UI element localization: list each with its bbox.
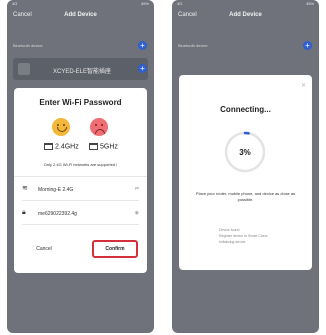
confirm-button[interactable]: Confirm xyxy=(92,240,138,258)
divider xyxy=(22,200,139,201)
band-5ghz: 5GHz xyxy=(89,143,118,150)
wifi-password-field[interactable]: 🔒︎ me629022392.4g ◉ xyxy=(22,207,139,221)
phone-screen-connecting: 4G 45% Cancel Add Device Bluetooth devic… xyxy=(172,0,319,333)
section-label: Bluetooth device xyxy=(13,43,43,48)
device-row[interactable]: XCYED-ELE智能插座 xyxy=(13,58,148,80)
page-title: Add Device xyxy=(229,12,262,18)
add-device-button-2[interactable]: + xyxy=(138,64,147,73)
router-icon xyxy=(89,143,98,150)
nav-bar: Cancel Add Device xyxy=(7,9,154,23)
wifi-password-dialog: Enter Wi-Fi Password 2.4GHz 5GHz Only 2.… xyxy=(14,88,147,273)
sad-face-icon xyxy=(90,118,108,136)
status-bar: 4G 45% xyxy=(7,0,154,7)
cancel-button[interactable]: Cancel xyxy=(24,240,64,258)
device-icon xyxy=(18,63,30,75)
device-name: XCYED-ELE智能插座 xyxy=(53,69,112,75)
eye-icon[interactable]: ◉ xyxy=(135,210,139,216)
wifi-icon: ≋ xyxy=(22,185,28,192)
add-device-button[interactable]: + xyxy=(303,41,312,50)
signal-indicator: 4G xyxy=(12,1,18,6)
wifi-ssid-field[interactable]: ≋ Morning-E 2.4G ⇄ xyxy=(22,183,139,197)
page-title: Add Device xyxy=(64,12,97,18)
nav-bar: Cancel Add Device xyxy=(172,9,319,23)
signal-indicator: 4G xyxy=(177,1,183,6)
phone-screen-wifi-password: 4G 45% Cancel Add Device Bluetooth devic… xyxy=(7,0,154,333)
ssid-value: Morning-E 2.4G xyxy=(38,187,74,193)
divider xyxy=(14,176,147,177)
router-icon xyxy=(44,143,53,150)
happy-face-icon xyxy=(52,118,70,136)
switch-network-icon[interactable]: ⇄ xyxy=(135,186,139,192)
band-24ghz: 2.4GHz xyxy=(44,143,79,150)
password-value: me629022392.4g xyxy=(38,211,77,217)
band-note: Only 2.4G Wi-Fi networks are supported ! xyxy=(43,162,118,167)
step-list: Device found Register device to Smart Cl… xyxy=(219,227,267,245)
connecting-hint: Place your router, mobile phone, and dev… xyxy=(195,191,296,202)
battery-indicator: 45% xyxy=(140,1,149,6)
section-label: Bluetooth device xyxy=(178,43,208,48)
connecting-title: Connecting... xyxy=(220,105,271,114)
dialog-title: Enter Wi-Fi Password xyxy=(39,98,122,107)
band-5-label: 5GHz xyxy=(100,143,118,151)
connecting-dialog: ✕ Connecting... 3% Place your router, mo… xyxy=(179,75,312,270)
progress-percent: 3% xyxy=(239,148,251,157)
band-24-label: 2.4GHz xyxy=(55,143,79,151)
divider xyxy=(22,224,139,225)
step-item: Initializing device xyxy=(219,240,246,244)
battery-indicator: 45% xyxy=(305,1,314,6)
close-icon[interactable]: ✕ xyxy=(301,82,306,89)
lock-icon: 🔒︎ xyxy=(22,209,26,216)
add-device-button[interactable]: + xyxy=(138,41,147,50)
status-bar: 4G 45% xyxy=(172,0,319,7)
